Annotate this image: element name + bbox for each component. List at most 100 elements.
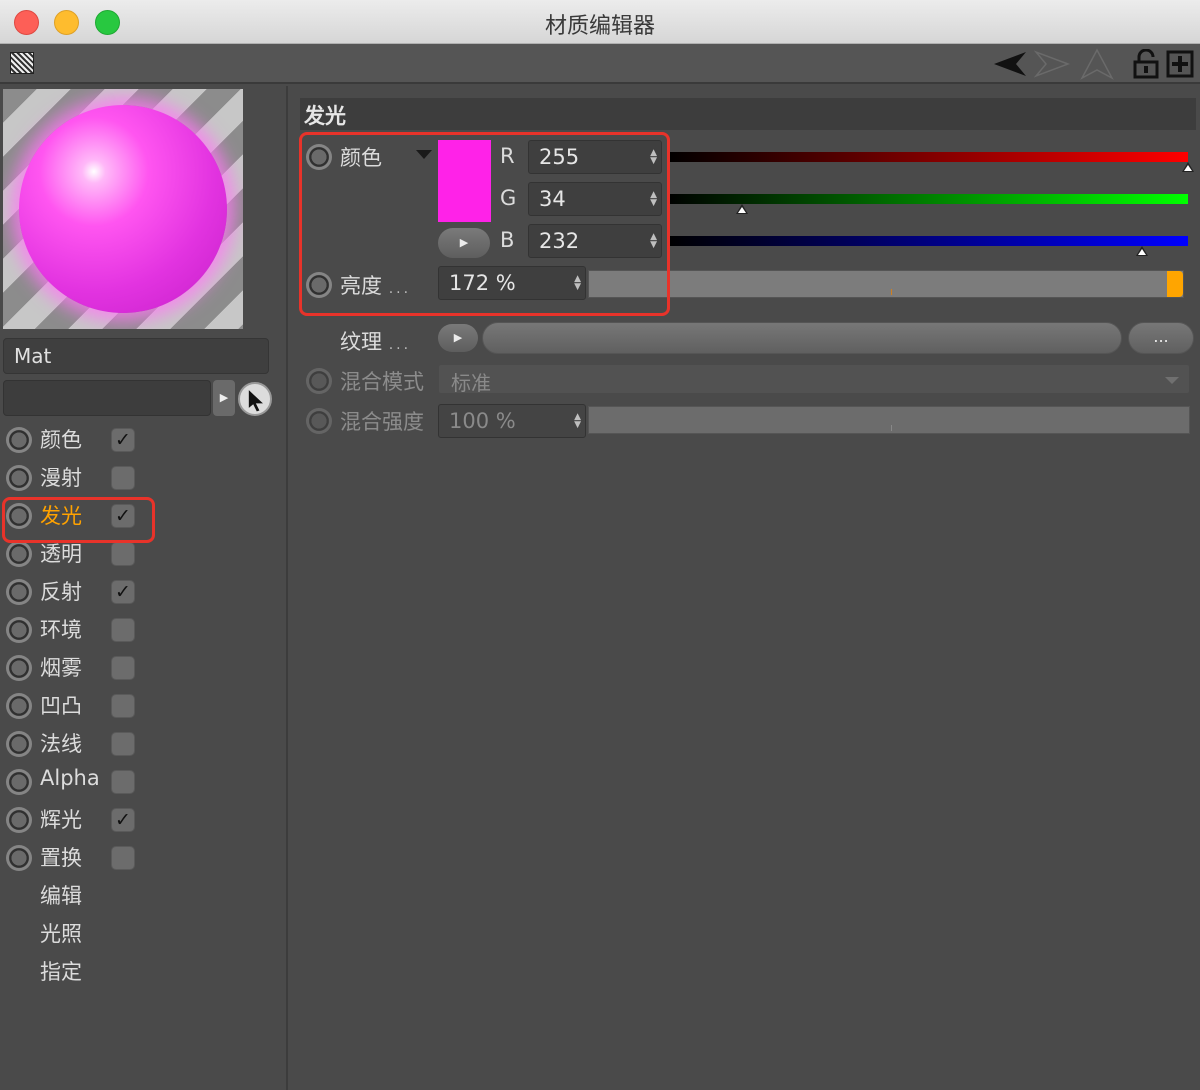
channel-label[interactable]: 光照: [40, 918, 82, 948]
b-slider[interactable]: [668, 236, 1188, 246]
texture-expand-button[interactable]: ▶: [438, 324, 478, 352]
forward-arrow-icon[interactable]: [1034, 50, 1070, 78]
channel-checkbox[interactable]: [111, 732, 135, 756]
channel-checkbox[interactable]: ✓: [111, 428, 135, 452]
channel-row[interactable]: 发光 ✓: [0, 498, 288, 534]
channel-label[interactable]: Alpha: [40, 766, 100, 790]
channel-checkbox[interactable]: ✓: [111, 580, 135, 604]
channel-radio[interactable]: [6, 769, 32, 795]
channel-label[interactable]: 烟雾: [40, 652, 82, 682]
brightness-animate-radio[interactable]: [306, 272, 332, 298]
channel-label[interactable]: 发光: [40, 500, 82, 530]
brightness-value-field[interactable]: 172 % ▲ ▼: [438, 266, 586, 300]
channel-row[interactable]: 漫射: [0, 460, 288, 496]
g-slider[interactable]: [668, 194, 1188, 204]
texture-browse-button[interactable]: ...: [1128, 322, 1194, 354]
channel-row[interactable]: Alpha: [0, 764, 288, 800]
channel-label[interactable]: 法线: [40, 728, 82, 758]
blend-strength-slider[interactable]: [588, 406, 1190, 434]
channel-label[interactable]: 漫射: [40, 462, 82, 492]
material-name-field[interactable]: Mat: [3, 338, 269, 374]
color-swatch[interactable]: [438, 140, 491, 222]
channel-checkbox[interactable]: [111, 466, 135, 490]
material-preview[interactable]: [3, 89, 243, 329]
channel-checkbox[interactable]: [111, 846, 135, 870]
channel-row[interactable]: 指定: [0, 954, 288, 990]
window-title: 材质编辑器: [544, 14, 655, 39]
channel-row[interactable]: 编辑: [0, 878, 288, 914]
channel-radio[interactable]: [6, 541, 32, 567]
channel-label[interactable]: 置换: [40, 842, 82, 872]
pick-cursor-icon[interactable]: [238, 382, 272, 416]
b-value: 232: [539, 229, 580, 253]
checkmark-icon: ✓: [115, 581, 131, 603]
channel-label[interactable]: 凹凸: [40, 690, 82, 720]
channel-checkbox[interactable]: ✓: [111, 504, 135, 528]
channel-row[interactable]: 环境: [0, 612, 288, 648]
color-expand-button[interactable]: ▶: [438, 228, 490, 258]
channel-row[interactable]: 凹凸: [0, 688, 288, 724]
g-value: 34: [539, 187, 566, 211]
r-spinner-icon[interactable]: ▲ ▼: [650, 149, 657, 166]
b-spinner-icon[interactable]: ▲ ▼: [650, 233, 657, 250]
blend-mode-select[interactable]: 标准: [438, 364, 1190, 395]
channel-radio[interactable]: [6, 503, 32, 529]
channel-row[interactable]: 光照: [0, 916, 288, 952]
channel-radio[interactable]: [6, 465, 32, 491]
blend-strength-value-field[interactable]: 100 % ▲ ▼: [438, 404, 586, 438]
new-window-icon[interactable]: [1166, 50, 1194, 78]
channel-row[interactable]: 反射 ✓: [0, 574, 288, 610]
grid-icon[interactable]: [10, 52, 34, 74]
g-value-field[interactable]: 34 ▲ ▼: [528, 182, 662, 216]
channel-row[interactable]: 烟雾: [0, 650, 288, 686]
color-animate-radio[interactable]: [306, 144, 332, 170]
channel-checkbox[interactable]: [111, 542, 135, 566]
blend-mode-radio[interactable]: [306, 368, 332, 394]
channel-radio[interactable]: [6, 731, 32, 757]
back-arrow-icon[interactable]: [992, 50, 1028, 78]
channel-checkbox[interactable]: [111, 694, 135, 718]
checkmark-icon: ✓: [115, 429, 131, 451]
blend-strength-radio[interactable]: [306, 408, 332, 434]
brightness-spinner-icon[interactable]: ▲ ▼: [574, 275, 581, 292]
channel-radio[interactable]: [6, 807, 32, 833]
channel-row[interactable]: 透明: [0, 536, 288, 572]
channel-label[interactable]: 环境: [40, 614, 82, 644]
b-slider-handle[interactable]: [1135, 246, 1148, 256]
blend-mode-label: 混合模式: [340, 370, 424, 394]
blend-strength-spinner-icon[interactable]: ▲ ▼: [574, 413, 581, 430]
channel-checkbox[interactable]: [111, 656, 135, 680]
channel-radio[interactable]: [6, 617, 32, 643]
channel-row[interactable]: 辉光 ✓: [0, 802, 288, 838]
search-arrow-button[interactable]: ▶: [213, 380, 235, 416]
channel-row[interactable]: 颜色 ✓: [0, 422, 288, 458]
r-value-field[interactable]: 255 ▲ ▼: [528, 140, 662, 174]
channel-radio[interactable]: [6, 427, 32, 453]
channel-label[interactable]: 辉光: [40, 804, 82, 834]
channel-radio[interactable]: [6, 655, 32, 681]
search-input[interactable]: [3, 380, 211, 416]
channel-radio[interactable]: [6, 845, 32, 871]
texture-slot[interactable]: [482, 322, 1122, 354]
r-slider-handle[interactable]: [1182, 162, 1194, 172]
brightness-slider[interactable]: [588, 270, 1184, 298]
channel-row[interactable]: 置换: [0, 840, 288, 876]
channel-radio[interactable]: [6, 693, 32, 719]
channel-checkbox[interactable]: ✓: [111, 808, 135, 832]
channel-row[interactable]: 法线: [0, 726, 288, 762]
g-slider-handle[interactable]: [736, 204, 749, 214]
color-mode-dropdown-icon[interactable]: [416, 150, 432, 159]
channel-label[interactable]: 颜色: [40, 424, 82, 454]
r-slider[interactable]: [668, 152, 1188, 162]
lock-icon[interactable]: [1132, 49, 1160, 79]
up-arrow-icon[interactable]: [1080, 48, 1114, 80]
channel-label[interactable]: 反射: [40, 576, 82, 606]
channel-radio[interactable]: [6, 579, 32, 605]
channel-label[interactable]: 透明: [40, 538, 82, 568]
b-value-field[interactable]: 232 ▲ ▼: [528, 224, 662, 258]
channel-checkbox[interactable]: [111, 770, 135, 794]
channel-label[interactable]: 指定: [40, 956, 82, 986]
channel-checkbox[interactable]: [111, 618, 135, 642]
g-spinner-icon[interactable]: ▲ ▼: [650, 191, 657, 208]
channel-label[interactable]: 编辑: [40, 880, 82, 910]
